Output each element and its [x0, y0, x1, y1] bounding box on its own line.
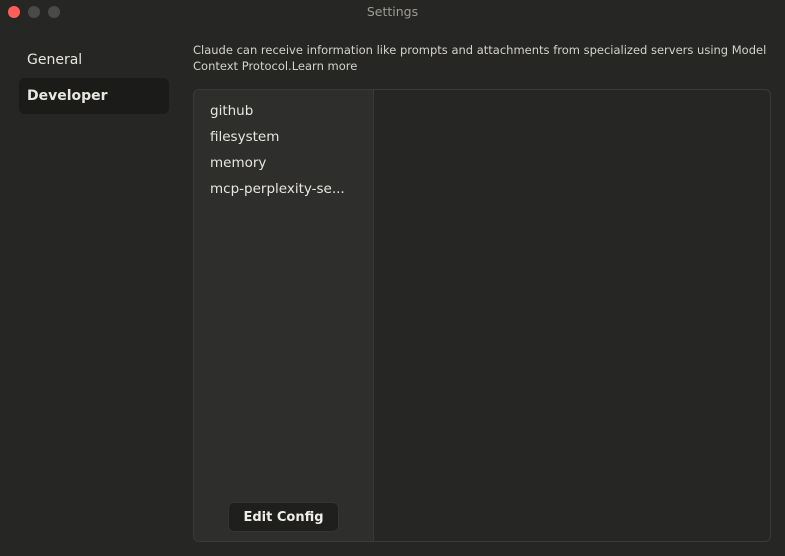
- settings-sidebar: General Developer: [19, 42, 169, 114]
- sidebar-item-developer[interactable]: Developer: [19, 78, 169, 114]
- edit-config-button[interactable]: Edit Config: [228, 502, 339, 532]
- title-bar: Settings: [0, 0, 785, 24]
- server-item-filesystem[interactable]: filesystem: [194, 124, 360, 150]
- server-item-github[interactable]: github: [194, 98, 360, 124]
- server-list: github filesystem memory mcp-perplexity-…: [194, 90, 374, 541]
- window-title: Settings: [366, 4, 419, 19]
- server-item-mcp-perplexity[interactable]: mcp-perplexity-se...: [194, 176, 360, 202]
- server-item-memory[interactable]: memory: [194, 150, 360, 176]
- learn-more-link[interactable]: Learn more: [292, 59, 358, 73]
- server-detail-pane: [375, 90, 770, 541]
- developer-description: Claude can receive information like prom…: [193, 42, 768, 74]
- mcp-servers-panel: github filesystem memory mcp-perplexity-…: [193, 89, 771, 542]
- description-text: Claude can receive information like prom…: [193, 43, 767, 73]
- settings-window: Settings General Developer Claude can re…: [0, 0, 785, 556]
- sidebar-item-general[interactable]: General: [19, 42, 169, 78]
